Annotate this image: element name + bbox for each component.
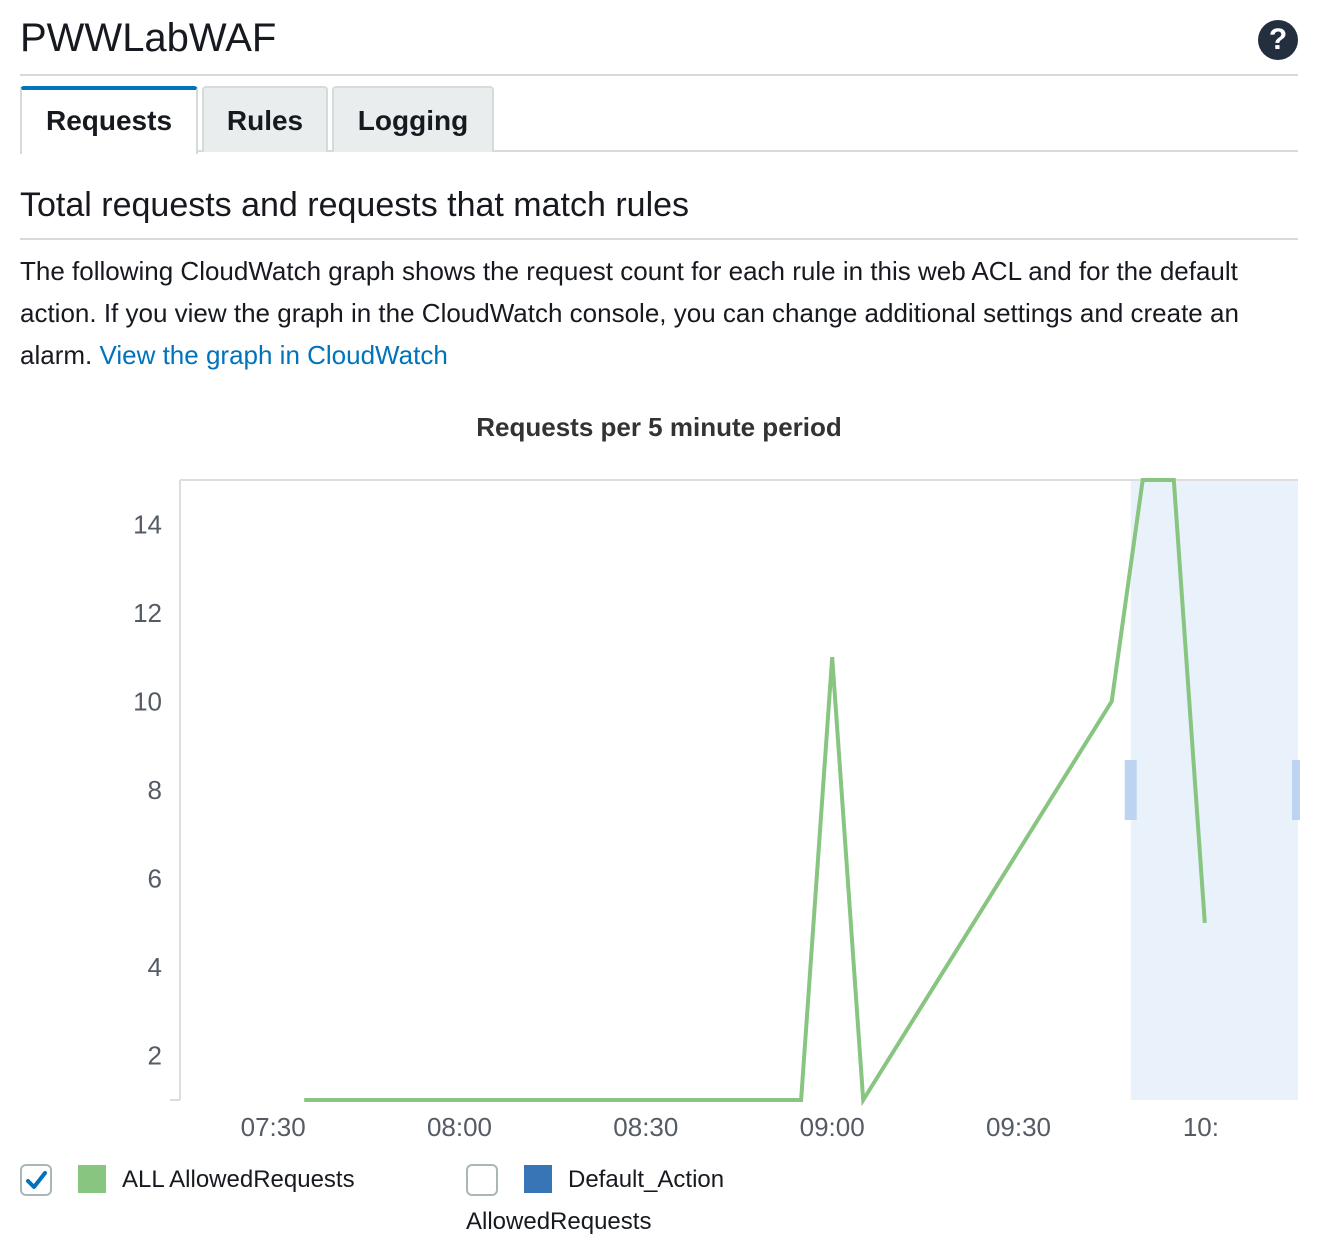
highlight-handle-right: [1292, 760, 1300, 820]
view-in-cloudwatch-link[interactable]: View the graph in CloudWatch: [99, 340, 447, 370]
legend-swatch-default-action: [524, 1165, 552, 1193]
legend-label-default-action-line2: AllowedRequests: [466, 1208, 652, 1235]
y-tick-label: 6: [148, 864, 162, 894]
y-tick-label: 4: [148, 952, 162, 982]
legend-checkbox-all-allowed[interactable]: [20, 1164, 52, 1196]
legend-label-all-allowed: ALL AllowedRequests: [122, 1166, 355, 1193]
section-description: The following CloudWatch graph shows the…: [20, 250, 1298, 376]
y-tick-label: 8: [148, 775, 162, 805]
tab-rules[interactable]: Rules: [202, 86, 328, 152]
section-divider: [20, 238, 1298, 240]
legend-label-default-action: Default_Action: [568, 1166, 725, 1193]
tab-requests[interactable]: Requests: [20, 86, 198, 154]
x-tick-label: 08:30: [613, 1112, 678, 1142]
highlight-handle-left: [1124, 760, 1137, 820]
y-tick-label: 12: [133, 598, 162, 628]
highlight-region: [1130, 480, 1298, 1100]
y-tick-label: 2: [148, 1041, 162, 1071]
x-tick-label: 08:00: [427, 1112, 492, 1142]
y-tick-label: 14: [133, 509, 162, 539]
tab-bar: Requests Rules Logging: [20, 86, 1298, 154]
x-tick-label: 10:: [1183, 1112, 1219, 1142]
tab-logging[interactable]: Logging: [332, 86, 494, 152]
series-line-all-allowed-requests: [304, 478, 1207, 1107]
requests-chart: 2 4 6 8 10 12 14 07:30 08:00 08:30 09:00 09:30 10:: [133, 478, 1300, 1142]
legend-swatch-all-allowed: [78, 1165, 106, 1193]
x-tick-label: 09:30: [986, 1112, 1051, 1142]
chart-title: Requests per 5 minute period: [476, 412, 842, 442]
y-tick-label: 10: [133, 686, 162, 716]
x-tick-label: 07:30: [241, 1112, 306, 1142]
legend-checkbox-default-action[interactable]: [466, 1164, 498, 1196]
help-icon[interactable]: ?: [1258, 20, 1298, 60]
checkmark-icon: [26, 1171, 47, 1189]
page-title: PWWLabWAF: [20, 16, 277, 60]
x-tick-label: 09:00: [800, 1112, 865, 1142]
page-header: PWWLabWAF ?: [20, 12, 1298, 76]
section-title: Total requests and requests that match r…: [20, 186, 690, 224]
